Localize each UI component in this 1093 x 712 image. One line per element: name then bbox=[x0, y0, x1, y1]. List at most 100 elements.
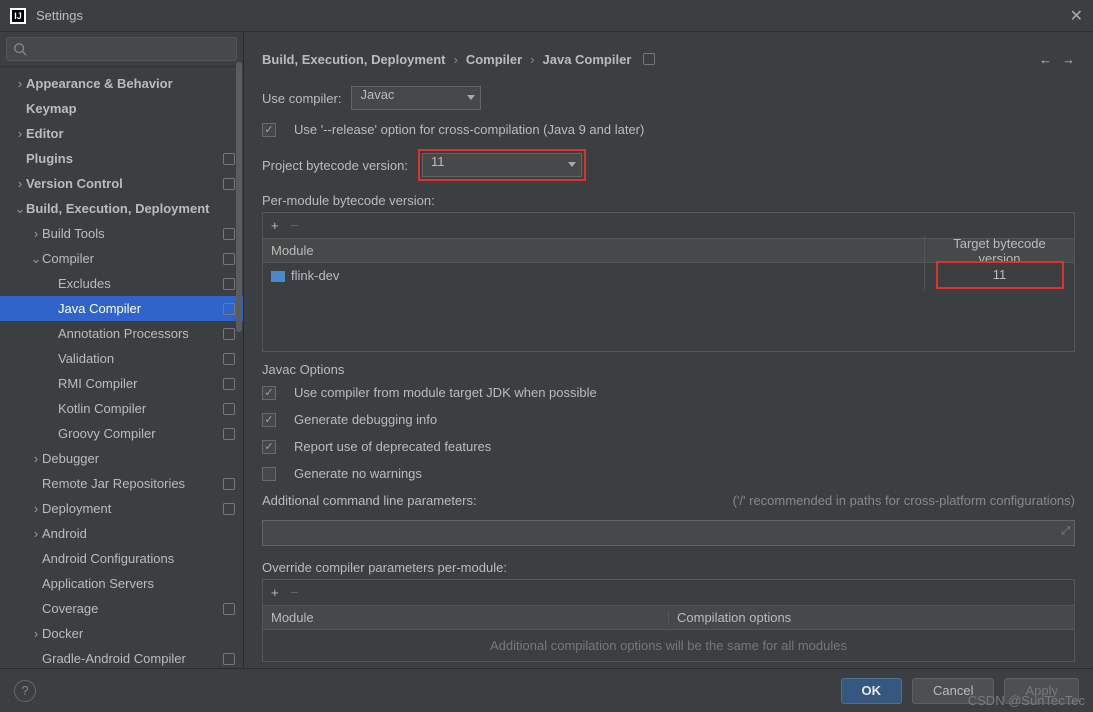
sidebar: ›Appearance & BehaviorKeymap›EditorPlugi… bbox=[0, 32, 244, 668]
tree-item-label: Docker bbox=[42, 626, 235, 641]
scope-badge-icon bbox=[223, 378, 235, 390]
chevron-right-icon: › bbox=[14, 176, 26, 191]
chevron-right-icon: › bbox=[530, 52, 534, 67]
scope-badge-icon bbox=[223, 253, 235, 265]
cancel-button[interactable]: Cancel bbox=[912, 678, 994, 704]
override-placeholder: Additional compilation options will be t… bbox=[263, 630, 1074, 661]
tree-item-deployment[interactable]: ›Deployment bbox=[0, 496, 243, 521]
tree-item-debugger[interactable]: ›Debugger bbox=[0, 446, 243, 471]
no-warnings-checkbox[interactable] bbox=[262, 467, 276, 481]
tree-item-plugins[interactable]: Plugins bbox=[0, 146, 243, 171]
override-col-options: Compilation options bbox=[668, 610, 1074, 625]
add-icon[interactable]: + bbox=[271, 218, 279, 233]
use-compiler-label: Use compiler: bbox=[262, 91, 341, 106]
tree-item-label: Deployment bbox=[42, 501, 219, 516]
apply-button[interactable]: Apply bbox=[1004, 678, 1079, 704]
scope-badge-icon bbox=[223, 303, 235, 315]
remove-icon[interactable]: − bbox=[291, 585, 299, 600]
tree-item-java-compiler[interactable]: Java Compiler bbox=[0, 296, 243, 321]
back-icon[interactable]: ← bbox=[1039, 52, 1052, 67]
tree-item-validation[interactable]: Validation bbox=[0, 346, 243, 371]
tree-item-label: Validation bbox=[58, 351, 219, 366]
tree-item-build-tools[interactable]: ›Build Tools bbox=[0, 221, 243, 246]
tree-item-coverage[interactable]: Coverage bbox=[0, 596, 243, 621]
tree-item-label: Coverage bbox=[42, 601, 219, 616]
scope-badge-icon bbox=[223, 228, 235, 240]
tree-item-appearance-behavior[interactable]: ›Appearance & Behavior bbox=[0, 71, 243, 96]
dialog-footer: ? OK Cancel Apply bbox=[0, 668, 1093, 712]
expand-icon[interactable]: ⤢ bbox=[1061, 525, 1070, 538]
forward-icon[interactable]: → bbox=[1062, 52, 1075, 67]
search-input[interactable] bbox=[6, 37, 237, 61]
tree-item-keymap[interactable]: Keymap bbox=[0, 96, 243, 121]
help-icon[interactable]: ? bbox=[14, 680, 36, 702]
add-params-label: Additional command line parameters: bbox=[262, 493, 477, 508]
use-module-jdk-label: Use compiler from module target JDK when… bbox=[294, 385, 597, 400]
scope-badge-icon bbox=[223, 653, 235, 665]
chevron-right-icon: › bbox=[30, 526, 42, 541]
app-icon: IJ bbox=[10, 8, 26, 24]
debug-info-checkbox[interactable] bbox=[262, 413, 276, 427]
use-module-jdk-checkbox[interactable] bbox=[262, 386, 276, 400]
release-option-checkbox[interactable] bbox=[262, 123, 276, 137]
tree-item-docker[interactable]: ›Docker bbox=[0, 621, 243, 646]
javac-options-title: Javac Options bbox=[262, 362, 1075, 377]
scope-badge-icon bbox=[643, 53, 655, 65]
tree-item-build-execution-deployment[interactable]: ⌄Build, Execution, Deployment bbox=[0, 196, 243, 221]
scope-badge-icon bbox=[223, 178, 235, 190]
add-params-hint: ('/' recommended in paths for cross-plat… bbox=[733, 493, 1075, 508]
crumb-2: Compiler bbox=[466, 52, 522, 67]
project-bytecode-select[interactable]: 11 bbox=[422, 153, 582, 177]
table-row[interactable]: flink-dev 11 bbox=[263, 263, 1074, 287]
chevron-right-icon: › bbox=[14, 76, 26, 91]
tree-item-annotation-processors[interactable]: Annotation Processors bbox=[0, 321, 243, 346]
tree-item-android[interactable]: ›Android bbox=[0, 521, 243, 546]
breadcrumb: Build, Execution, Deployment › Compiler … bbox=[244, 32, 1093, 72]
tree-item-groovy-compiler[interactable]: Groovy Compiler bbox=[0, 421, 243, 446]
search-icon bbox=[13, 42, 27, 56]
tree-item-label: Kotlin Compiler bbox=[58, 401, 219, 416]
chevron-down-icon: ⌄ bbox=[14, 201, 26, 217]
remove-icon[interactable]: − bbox=[291, 218, 299, 233]
deprecated-checkbox[interactable] bbox=[262, 440, 276, 454]
ok-button[interactable]: OK bbox=[841, 678, 903, 704]
close-icon[interactable]: ✕ bbox=[1070, 6, 1083, 26]
tree-item-rmi-compiler[interactable]: RMI Compiler bbox=[0, 371, 243, 396]
tree-item-version-control[interactable]: ›Version Control bbox=[0, 171, 243, 196]
module-col-header: Module bbox=[263, 243, 924, 258]
use-compiler-select[interactable]: Javac bbox=[351, 86, 481, 110]
chevron-right-icon: › bbox=[30, 226, 42, 241]
tree-item-application-servers[interactable]: Application Servers bbox=[0, 571, 243, 596]
chevron-right-icon: › bbox=[453, 52, 457, 67]
window-title: Settings bbox=[36, 8, 1060, 23]
override-table: + − Module Compilation options Additiona… bbox=[262, 579, 1075, 662]
tree-item-kotlin-compiler[interactable]: Kotlin Compiler bbox=[0, 396, 243, 421]
tree-item-gradle-android-compiler[interactable]: Gradle-Android Compiler bbox=[0, 646, 243, 668]
tree-item-compiler[interactable]: ⌄Compiler bbox=[0, 246, 243, 271]
highlight-box: 11 bbox=[936, 261, 1064, 289]
sidebar-scrollbar[interactable] bbox=[235, 62, 243, 668]
tree-item-label: Groovy Compiler bbox=[58, 426, 219, 441]
scope-badge-icon bbox=[223, 478, 235, 490]
add-icon[interactable]: + bbox=[271, 585, 279, 600]
tree-item-label: Android bbox=[42, 526, 235, 541]
tree-item-label: Java Compiler bbox=[58, 301, 219, 316]
module-icon bbox=[271, 271, 285, 282]
tree-item-label: Application Servers bbox=[42, 576, 235, 591]
scope-badge-icon bbox=[223, 603, 235, 615]
tree-item-label: Android Configurations bbox=[42, 551, 235, 566]
tree-item-editor[interactable]: ›Editor bbox=[0, 121, 243, 146]
scope-badge-icon bbox=[223, 328, 235, 340]
tree-item-remote-jar-repositories[interactable]: Remote Jar Repositories bbox=[0, 471, 243, 496]
crumb-1: Build, Execution, Deployment bbox=[262, 52, 445, 67]
add-params-input[interactable]: ⤢ bbox=[262, 520, 1075, 546]
override-col-module: Module bbox=[263, 610, 668, 625]
project-bytecode-label: Project bytecode version: bbox=[262, 158, 408, 173]
settings-tree: ›Appearance & BehaviorKeymap›EditorPlugi… bbox=[0, 67, 243, 668]
tree-item-excludes[interactable]: Excludes bbox=[0, 271, 243, 296]
tree-item-android-configurations[interactable]: Android Configurations bbox=[0, 546, 243, 571]
tree-item-label: RMI Compiler bbox=[58, 376, 219, 391]
tree-item-label: Excludes bbox=[58, 276, 219, 291]
chevron-right-icon: › bbox=[30, 501, 42, 516]
override-label: Override compiler parameters per-module: bbox=[262, 560, 1075, 575]
